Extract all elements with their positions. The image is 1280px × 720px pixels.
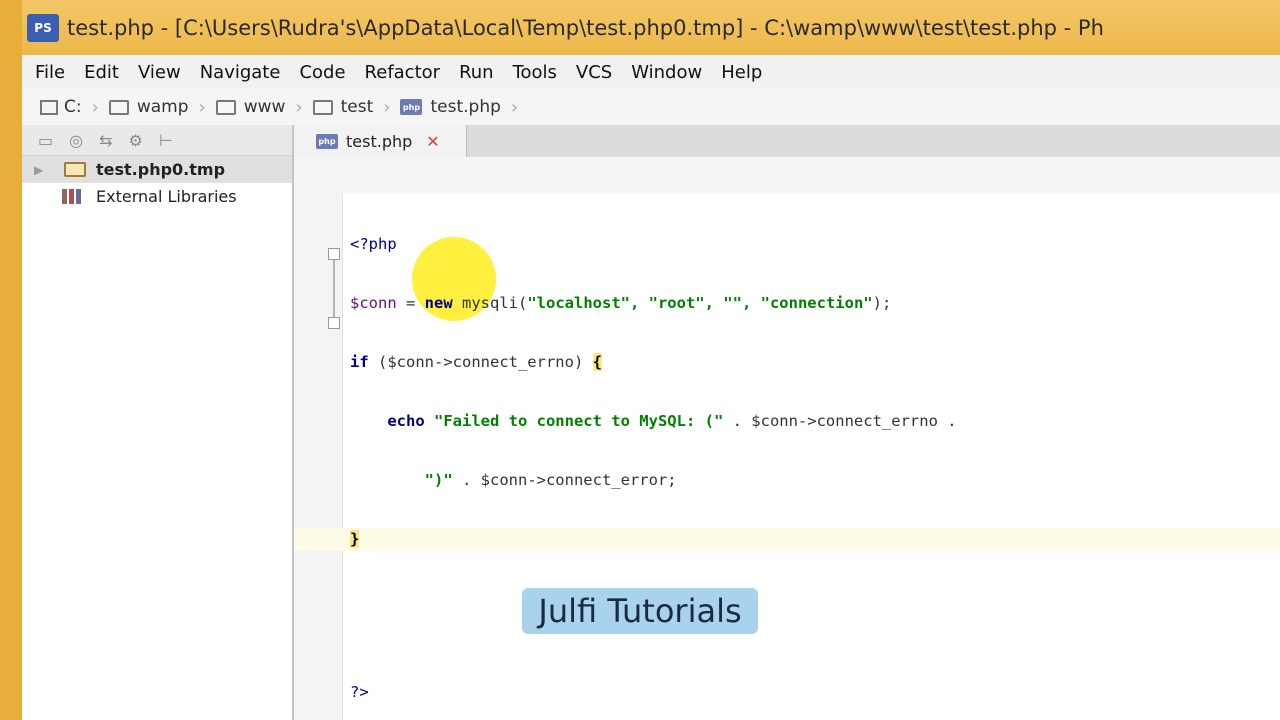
menu-tools[interactable]: Tools [513,62,557,83]
code-line: if ($conn->connect_errno) { [350,353,602,371]
fold-collapse-icon[interactable] [328,317,340,329]
breadcrumb-label: wamp [136,97,189,117]
ide-window: PS test.php - [C:\Users\Rudra's\AppData\… [22,0,1280,720]
drive-icon [40,99,58,115]
code-line-current: } [294,528,1280,551]
tree-item-external-libraries[interactable]: External Libraries [22,183,292,210]
code-line: ")" . $conn->connect_error; [424,471,677,489]
menu-run[interactable]: Run [459,62,494,83]
chevron-right-icon: › [383,96,391,118]
tree-item-label: External Libraries [96,187,237,206]
breadcrumb-label: C: [64,97,82,117]
php-file-icon: php [400,99,423,115]
tab-label: test.php [346,131,413,151]
pin-icon[interactable]: ⊢ [159,131,173,150]
chevron-right-icon: › [510,96,519,118]
window-title: test.php - [C:\Users\Rudra's\AppData\Loc… [67,15,1104,40]
tab-test-php[interactable]: php test.php ✕ [294,125,467,157]
project-toolbar: ▭ ◎ ⇆ ⚙ ⊢ [22,125,292,156]
editor-top-strip [294,157,1280,194]
chevron-right-icon: › [295,96,303,118]
code-line: <?php [350,235,397,253]
menu-navigate[interactable]: Navigate [200,62,281,83]
expand-arrow-icon[interactable]: ▶ [34,163,48,177]
chevron-right-icon: › [91,96,99,118]
phpstorm-app-icon: PS [27,13,59,42]
fold-guide-line [333,255,335,325]
gear-icon[interactable]: ⚙ [129,131,143,150]
collapse-icon[interactable]: ⇆ [99,131,112,150]
code-editor[interactable]: <?php $conn = new mysqli("localhost", "r… [294,193,1280,720]
layout-icon[interactable]: ▭ [38,131,53,150]
breadcrumb-www[interactable]: www › [215,96,313,118]
menu-refactor[interactable]: Refactor [365,62,441,83]
folder-icon [64,162,86,177]
menu-window[interactable]: Window [631,62,702,83]
menu-help[interactable]: Help [721,62,762,83]
folder-icon [108,99,129,115]
menu-view[interactable]: View [138,62,181,83]
breadcrumb-wamp[interactable]: wamp › [108,96,216,118]
menu-bar: File Edit View Navigate Code Refactor Ru… [22,55,1280,90]
title-bar[interactable]: PS test.php - [C:\Users\Rudra's\AppData\… [22,0,1280,55]
php-file-icon: php [316,133,338,149]
menu-edit[interactable]: Edit [84,62,119,83]
breadcrumb-drive[interactable]: C: › [40,97,109,118]
library-icon [62,189,86,204]
menu-file[interactable]: File [35,62,65,83]
code-line: echo "Failed to connect to MySQL: (" . $… [387,412,957,430]
tree-item-label: test.php0.tmp [96,160,226,179]
tree-item-test-php0-tmp[interactable]: ▶ test.php0.tmp [22,156,292,183]
menu-vcs[interactable]: VCS [576,62,612,83]
folder-icon [312,99,333,115]
watermark-label: Julfi Tutorials [522,588,758,634]
breadcrumb-label: www [243,97,286,117]
folder-icon [215,99,236,115]
fold-collapse-icon[interactable] [328,248,340,260]
locate-icon[interactable]: ◎ [69,131,83,150]
breadcrumb-label: test [340,97,374,117]
breadcrumb-test[interactable]: test › [312,96,401,118]
editor-tab-bar: php test.php ✕ [294,125,1280,158]
chevron-right-icon: › [198,96,206,118]
menu-code[interactable]: Code [299,62,345,83]
breadcrumb-label: test.php [430,97,501,117]
breadcrumb-file[interactable]: php test.php › [400,97,528,118]
breadcrumb: C: › wamp › www › test › php test.php › [22,89,1280,126]
project-panel: ▭ ◎ ⇆ ⚙ ⊢ ▶ test.php0.tmp External Libra… [22,125,294,720]
code-line: $conn = new mysqli("localhost", "root", … [350,294,892,312]
close-icon[interactable]: ✕ [426,132,439,151]
php-close-tag: ?> [350,683,369,701]
editor-gutter [294,193,343,720]
code-content[interactable]: <?php $conn = new mysqli("localhost", "r… [294,197,1280,587]
